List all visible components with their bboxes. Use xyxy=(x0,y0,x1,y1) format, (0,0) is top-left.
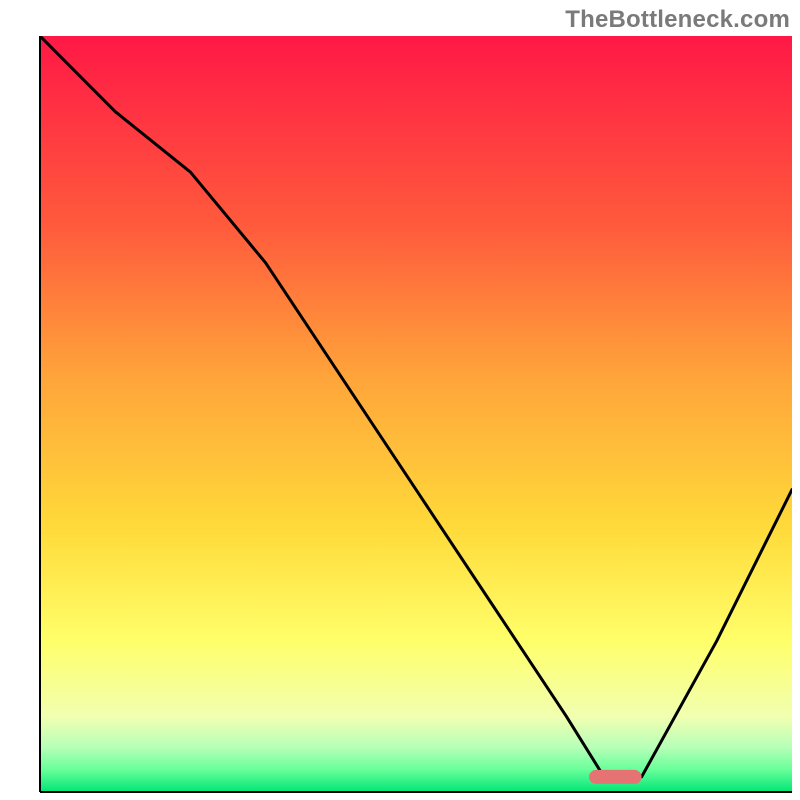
plot-background xyxy=(40,36,792,792)
bottleneck-chart xyxy=(0,0,800,800)
optimal-range-marker xyxy=(589,770,642,784)
watermark-text: TheBottleneck.com xyxy=(565,6,790,34)
chart-stage: TheBottleneck.com xyxy=(0,0,800,800)
